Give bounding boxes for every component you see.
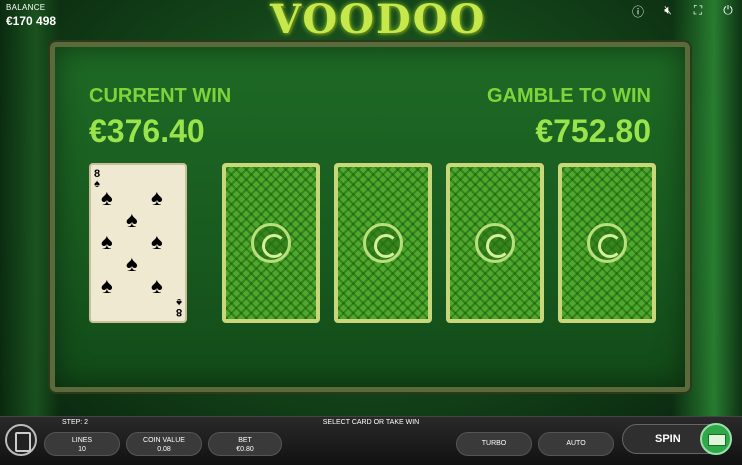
current-win-value: €376.40 bbox=[89, 113, 205, 149]
lines-selector[interactable]: LINES 10 bbox=[44, 432, 120, 456]
gamble-to-win-label: GAMBLE TO WIN bbox=[486, 85, 651, 107]
collect-money-icon[interactable] bbox=[700, 423, 732, 455]
top-toolbar: ⓘ 🔇︎ ⛶ ⏻ bbox=[630, 3, 736, 20]
card-index-top: 8 ♠ bbox=[94, 169, 100, 190]
balance-panel: BALANCE €170 498 bbox=[6, 3, 56, 28]
coin-value-value: 0.08 bbox=[157, 446, 171, 453]
card-back-emblem-icon bbox=[363, 223, 403, 263]
current-win-label: CURRENT WIN bbox=[89, 85, 232, 107]
auto-button[interactable]: AUTO bbox=[538, 432, 614, 456]
power-icon[interactable]: ⏻ bbox=[720, 3, 736, 20]
bet-selector[interactable]: BET €0.80 bbox=[208, 432, 282, 456]
hidden-card-4[interactable] bbox=[558, 163, 656, 323]
gamble-to-win-value: €752.80 bbox=[535, 113, 651, 149]
hidden-card-1[interactable] bbox=[222, 163, 320, 323]
balance-value: €170 498 bbox=[6, 14, 57, 28]
coin-value-selector[interactable]: COIN VALUE 0.08 bbox=[126, 432, 202, 456]
balance-label: BALANCE bbox=[6, 3, 46, 12]
sound-mute-icon[interactable]: 🔇︎ bbox=[660, 3, 676, 20]
card-back-emblem-icon bbox=[587, 223, 627, 263]
spade-pip: ♠ bbox=[101, 273, 113, 298]
hidden-card-2[interactable] bbox=[334, 163, 432, 323]
spade-pip: ♠ bbox=[151, 273, 163, 298]
spade-pip: ♠ bbox=[101, 229, 113, 254]
card-back-emblem-icon bbox=[251, 223, 291, 263]
lines-label: LINES bbox=[71, 437, 93, 444]
card-back-emblem-icon bbox=[475, 223, 515, 263]
gamble-card-button[interactable] bbox=[5, 424, 37, 456]
spade-pip: ♠ bbox=[126, 251, 138, 276]
turbo-button[interactable]: TURBO bbox=[456, 432, 532, 456]
bet-value: €0.80 bbox=[236, 446, 254, 453]
card-suit-top: ♠ bbox=[94, 178, 100, 190]
spade-pip: ♠ bbox=[151, 185, 163, 210]
card-suit-bottom: ♠ bbox=[176, 296, 182, 308]
spade-pip: ♠ bbox=[151, 229, 163, 254]
hidden-card-3[interactable] bbox=[446, 163, 544, 323]
coin-value-label: COIN VALUE bbox=[143, 437, 185, 444]
game-logo: VOODOO bbox=[270, 0, 487, 43]
spade-pip: ♠ bbox=[101, 185, 113, 210]
dealer-card: 8 ♠ ♠ ♠ ♠ ♠ ♠ ♠ ♠ ♠ 8 ♠ bbox=[89, 163, 187, 323]
bet-label: BET bbox=[238, 437, 252, 444]
info-icon[interactable]: ⓘ bbox=[630, 3, 646, 20]
spade-pip: ♠ bbox=[126, 207, 138, 232]
lines-value: 10 bbox=[78, 446, 86, 453]
card-index-bottom: 8 ♠ bbox=[176, 296, 182, 318]
gamble-board: CURRENT WIN €376.40 GAMBLE TO WIN €752.8… bbox=[50, 42, 690, 392]
fullscreen-icon[interactable]: ⛶ bbox=[690, 3, 706, 20]
